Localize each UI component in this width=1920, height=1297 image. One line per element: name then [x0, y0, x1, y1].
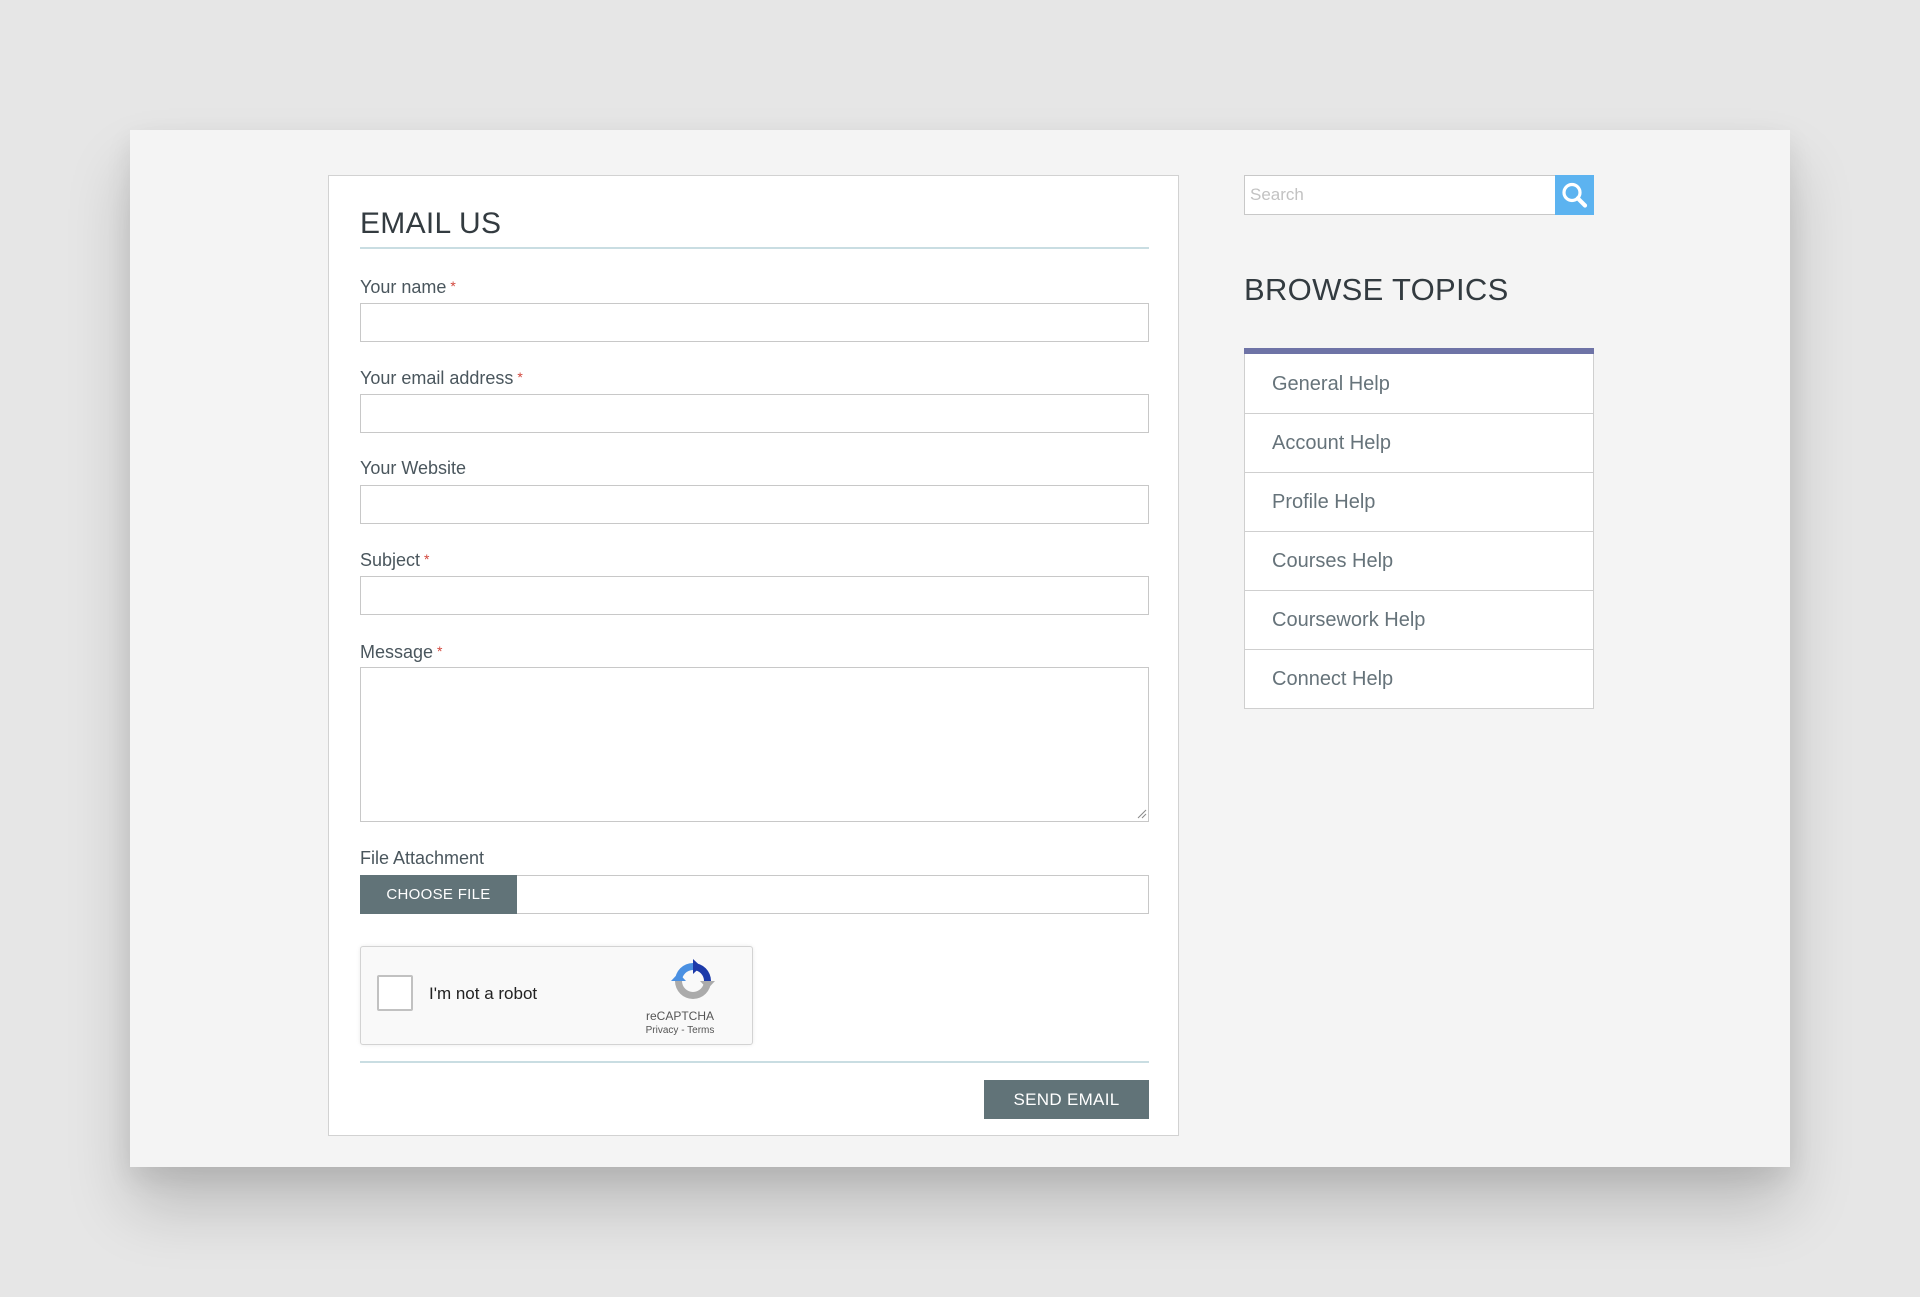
attachment-label-text: File Attachment — [360, 848, 485, 868]
recaptcha-widget: I'm not a robot reCAPTCHA Privacy - Term… — [360, 946, 753, 1045]
subject-label: Subject * — [360, 549, 430, 570]
email-label-text: Your email address — [360, 368, 514, 388]
message-label: Message * — [360, 641, 443, 662]
email-form-panel: EMAIL US Your name * Your email address * … — [328, 175, 1179, 1136]
topic-courses-help[interactable]: Courses Help — [1244, 532, 1594, 591]
recaptcha-label: I'm not a robot — [429, 984, 538, 1003]
resize-grip-icon[interactable] — [1136, 808, 1147, 819]
topic-account-help[interactable]: Account Help — [1244, 414, 1594, 473]
required-marker: * — [450, 278, 456, 294]
message-textarea[interactable] — [360, 667, 1149, 822]
required-marker: * — [517, 369, 523, 385]
email-input[interactable] — [360, 394, 1149, 433]
email-label: Your email address * — [360, 367, 523, 388]
subject-label-text: Subject — [360, 550, 421, 570]
subject-input[interactable] — [360, 576, 1149, 615]
required-marker: * — [437, 643, 443, 659]
search-box — [1244, 175, 1594, 215]
topic-connect-help[interactable]: Connect Help — [1244, 650, 1594, 709]
search-input[interactable] — [1244, 175, 1555, 215]
name-label-text: Your name — [360, 277, 447, 297]
recaptcha-brand: reCAPTCHA — [645, 1009, 714, 1023]
file-attachment-field[interactable]: CHOOSE FILE — [360, 875, 1149, 914]
footer-divider — [360, 1061, 1149, 1063]
recaptcha-privacy-terms-links[interactable]: Privacy - Terms — [615, 1025, 745, 1036]
topic-profile-help[interactable]: Profile Help — [1244, 473, 1594, 532]
required-marker: * — [424, 551, 430, 567]
page-card: EMAIL US Your name * Your email address * … — [130, 130, 1790, 1167]
name-label: Your name * — [360, 276, 456, 297]
browse-topics-title: BROWSE TOPICS — [1244, 272, 1509, 307]
message-label-text: Message — [360, 642, 434, 662]
website-label-text: Your Website — [360, 458, 467, 478]
topic-general-help[interactable]: General Help — [1244, 354, 1594, 414]
topic-coursework-help[interactable]: Coursework Help — [1244, 591, 1594, 650]
send-email-button[interactable]: SEND EMAIL — [984, 1080, 1149, 1119]
website-input[interactable] — [360, 485, 1149, 524]
form-title: EMAIL US — [360, 207, 502, 240]
search-button[interactable] — [1555, 175, 1594, 215]
website-label: Your Website — [360, 458, 466, 478]
choose-file-button[interactable]: CHOOSE FILE — [360, 875, 517, 914]
attachment-label: File Attachment — [360, 848, 484, 868]
title-divider — [360, 247, 1149, 249]
magnifier-icon — [1562, 182, 1588, 208]
topics-list: General Help Account Help Profile Help C… — [1244, 348, 1594, 709]
recaptcha-logo-icon — [671, 959, 715, 999]
name-input[interactable] — [360, 303, 1149, 342]
recaptcha-checkbox[interactable] — [377, 975, 413, 1011]
